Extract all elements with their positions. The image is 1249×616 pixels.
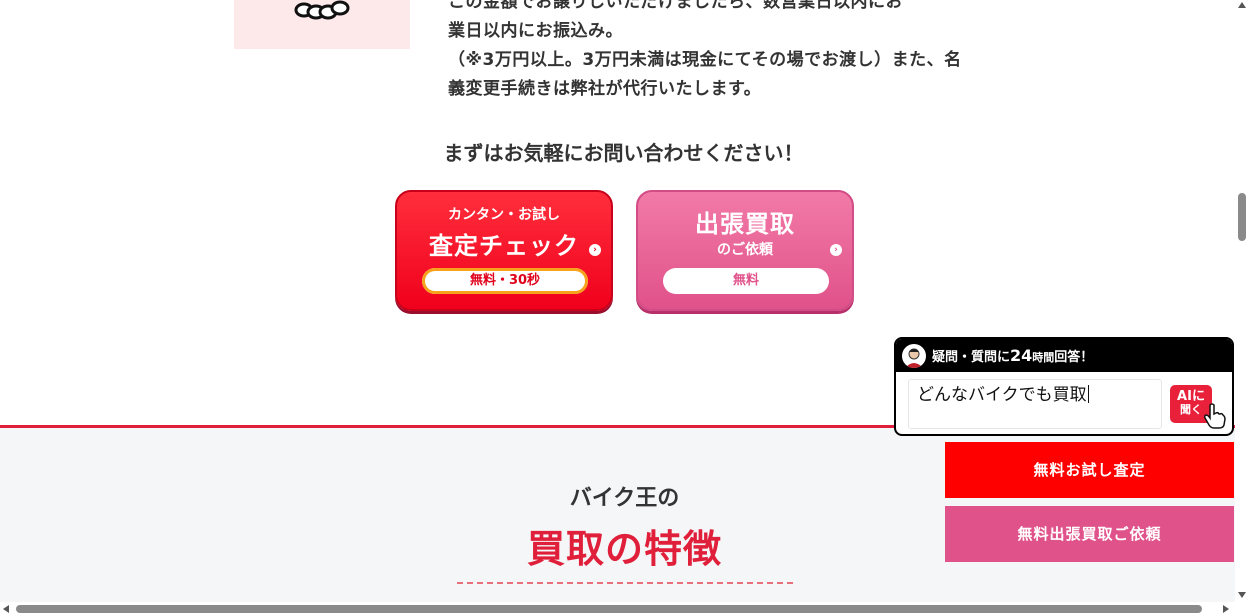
chat-input[interactable]: どんなバイクでも買取 xyxy=(908,379,1162,429)
vertical-scroll-thumb[interactable] xyxy=(1238,193,1246,241)
button-subtext: カンタン・お試し xyxy=(448,207,560,223)
free-badge: 無料・30秒 xyxy=(422,268,588,294)
chevron-right-icon: › xyxy=(589,244,601,256)
scroll-up-arrow-icon[interactable] xyxy=(1238,2,1246,8)
horizontal-scroll-thumb[interactable] xyxy=(16,605,1202,613)
horizontal-scrollbar[interactable] xyxy=(0,602,1249,616)
text-cursor xyxy=(1087,385,1089,403)
scroll-right-arrow-icon[interactable] xyxy=(1223,605,1229,613)
button-title: 査定チェック xyxy=(429,232,579,260)
intro-line: 業日以内にお振込み。 xyxy=(448,21,623,41)
pointer-hand-icon xyxy=(1204,403,1226,429)
scroll-left-arrow-icon[interactable] xyxy=(3,605,9,613)
intro-line: （※3万円以上。3万円未満は現金にてその場でお渡し）また、名 xyxy=(448,50,962,70)
intro-line: この金額でお譲りしいただけましたら、数営業日以内にお xyxy=(448,0,903,12)
avatar xyxy=(902,344,926,368)
ai-chat-widget: 疑問・質問に24時間回答！ どんなバイクでも買取 AIに 聞く xyxy=(894,337,1234,436)
free-badge: 無料 xyxy=(663,268,829,294)
person-icon xyxy=(905,348,923,368)
vertical-scrollbar[interactable] xyxy=(1235,0,1249,602)
home-visit-purchase-button[interactable]: 出張買取 のご依頼 無料 › xyxy=(636,190,854,311)
handshake-icon xyxy=(294,0,350,20)
free-trial-assessment-button[interactable]: 無料お試し査定 xyxy=(945,442,1234,498)
free-visit-purchase-button[interactable]: 無料出張買取ご依頼 xyxy=(945,506,1234,562)
scroll-down-arrow-icon[interactable] xyxy=(1238,592,1246,598)
chevron-right-icon: › xyxy=(830,244,842,256)
button-title: 出張買取 xyxy=(695,210,795,238)
handshake-illustration xyxy=(234,0,410,49)
title-underline xyxy=(457,582,793,584)
intro-paragraph: この金額でお譲りしいただけましたら、数営業日以内にお 業日以内にお振込み。 （※… xyxy=(448,0,1028,104)
intro-line: 義変更手続きは弊社が代行いたします。 xyxy=(448,79,762,99)
button-subtext: のご依頼 xyxy=(717,242,773,258)
cta-heading: まずはお気軽にお問い合わせください！ xyxy=(443,141,804,165)
chat-header: 疑問・質問に24時間回答！ xyxy=(896,339,1232,372)
assessment-check-button[interactable]: カンタン・お試し 査定チェック 無料・30秒 › xyxy=(395,190,613,311)
